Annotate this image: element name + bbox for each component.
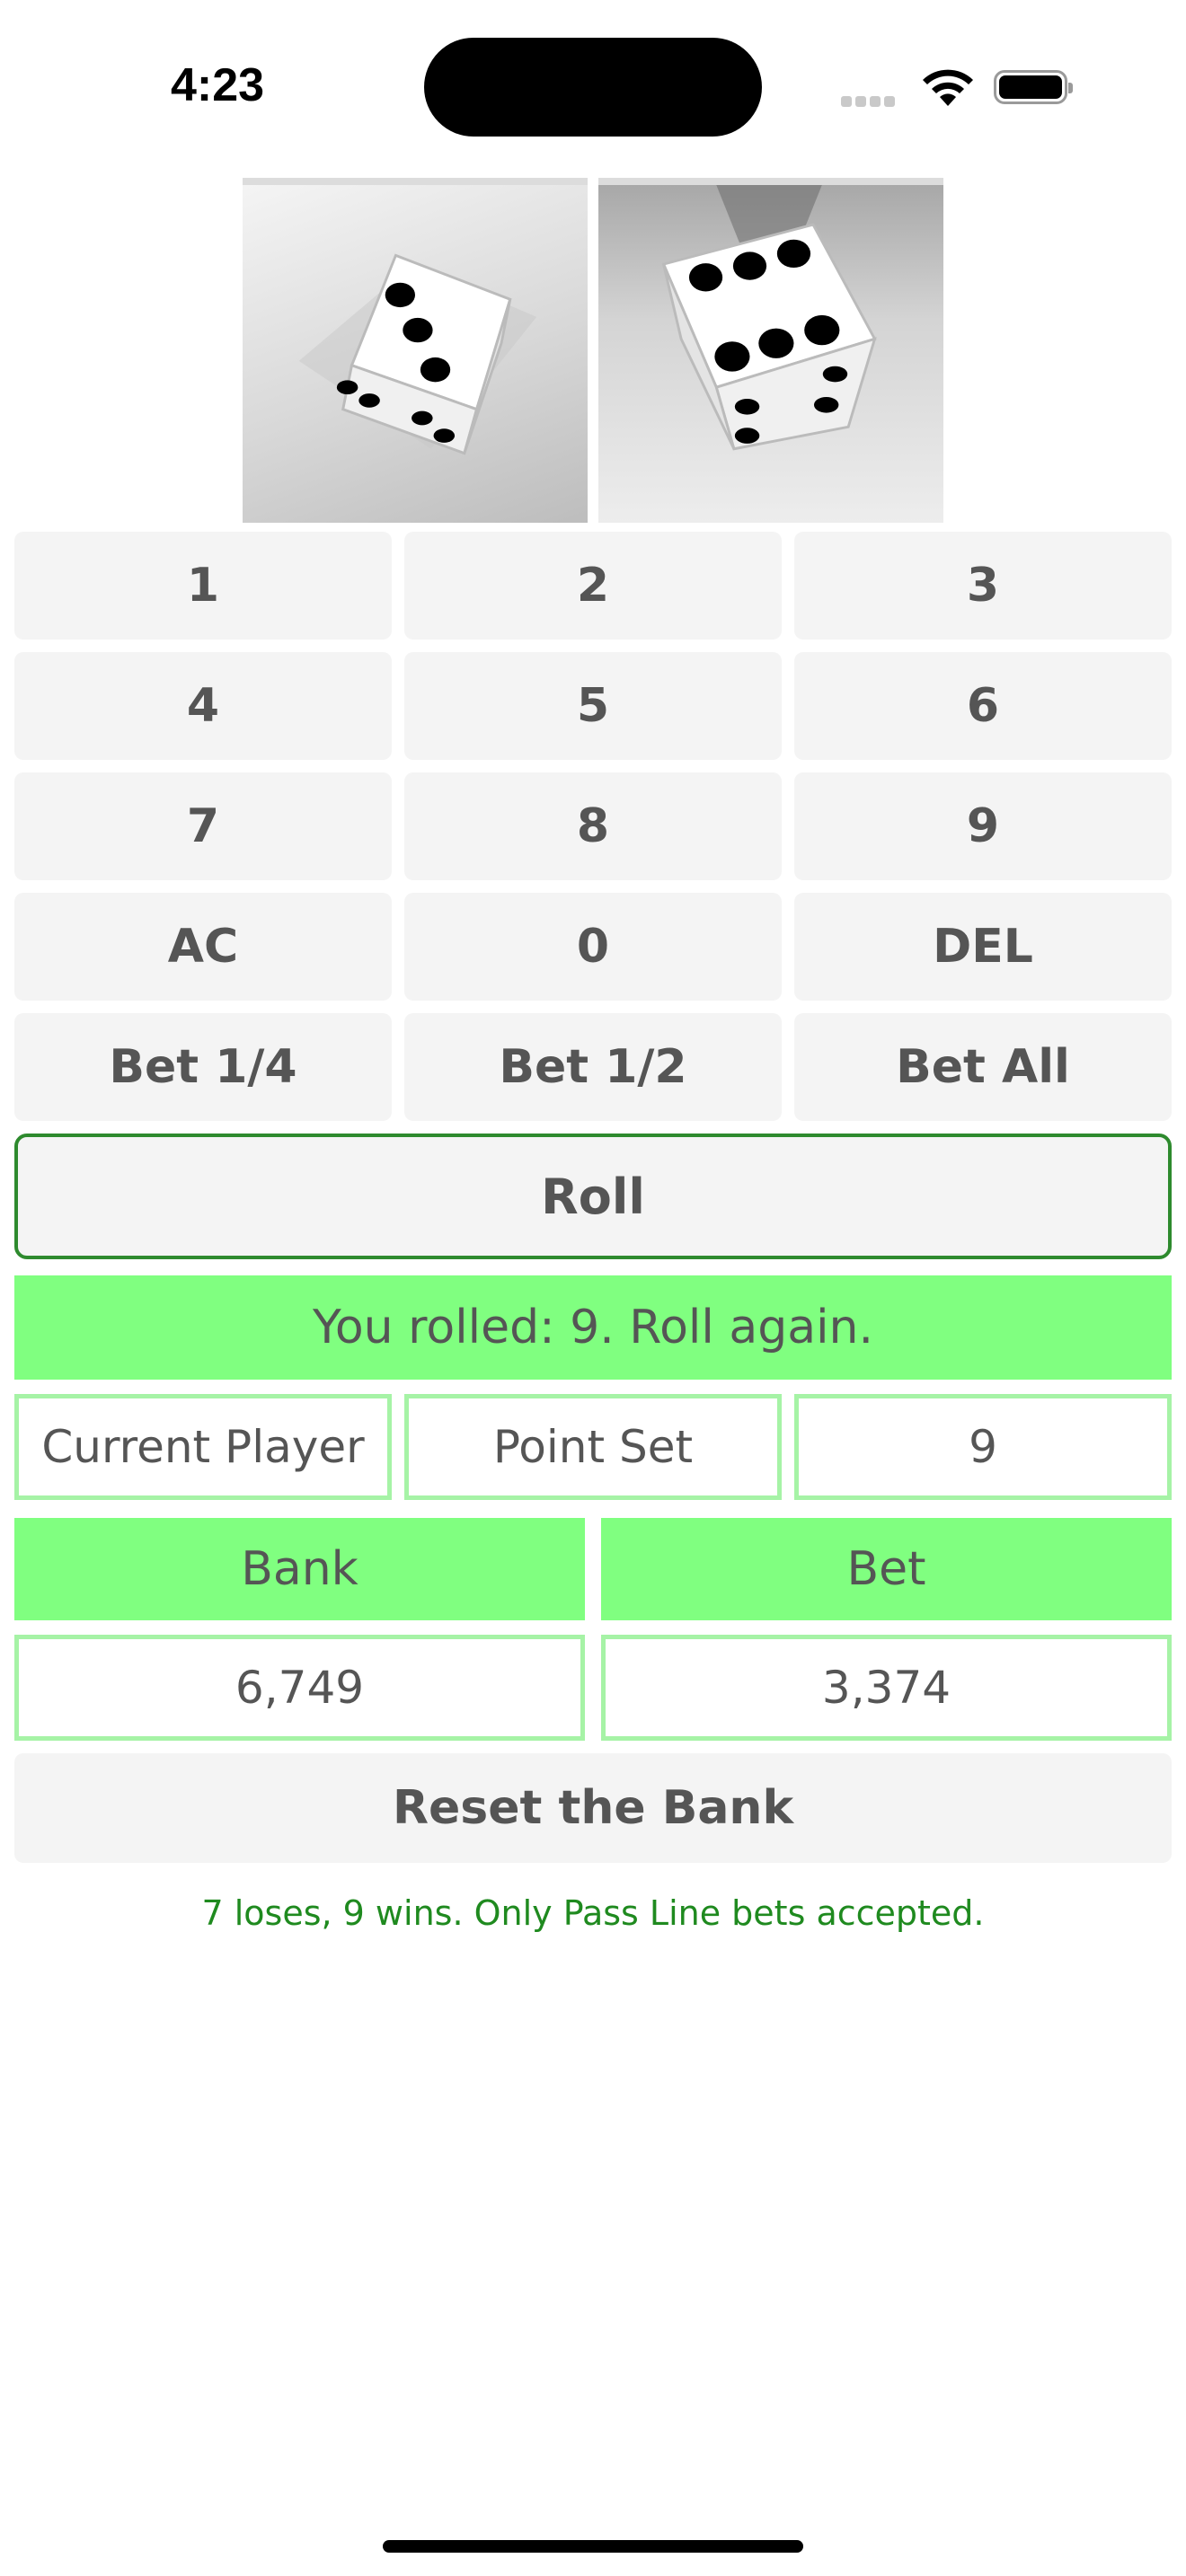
bank-bet-headers: Bank Bet — [14, 1518, 1172, 1620]
reset-bank-button[interactable]: Reset the Bank — [14, 1753, 1172, 1863]
key-4-button[interactable]: 4 — [14, 652, 392, 760]
die-left-image — [243, 178, 588, 523]
battery-icon — [994, 70, 1073, 104]
bank-bet-values: 6,749 3,374 — [14, 1635, 1172, 1741]
delete-button[interactable]: DEL — [794, 893, 1172, 1001]
key-5-button[interactable]: 5 — [404, 652, 782, 760]
current-player-label: Current Player — [14, 1394, 392, 1500]
wifi-icon — [923, 69, 973, 106]
bank-value: 6,749 — [14, 1635, 585, 1741]
key-7-button[interactable]: 7 — [14, 772, 392, 880]
die-six-icon — [661, 185, 877, 451]
die-right-image — [598, 178, 943, 523]
die-three-icon — [298, 253, 537, 455]
key-3-button[interactable]: 3 — [794, 532, 1172, 640]
bet-header: Bet — [601, 1518, 1172, 1620]
point-value: 9 — [794, 1394, 1172, 1500]
bet-quarter-button[interactable]: Bet 1/4 — [14, 1013, 392, 1121]
keypad: 1 2 3 4 5 6 7 8 9 AC 0 DEL Bet 1/4 Bet 1… — [14, 532, 1172, 1121]
status-time: 4:23 — [171, 59, 265, 111]
all-clear-button[interactable]: AC — [14, 893, 392, 1001]
point-set-label: Point Set — [404, 1394, 782, 1500]
roll-button[interactable]: Roll — [14, 1134, 1172, 1259]
dynamic-island — [424, 38, 762, 137]
key-0-button[interactable]: 0 — [404, 893, 782, 1001]
bank-header: Bank — [14, 1518, 585, 1620]
rules-note: 7 loses, 9 wins. Only Pass Line bets acc… — [201, 1893, 985, 1933]
key-2-button[interactable]: 2 — [404, 532, 782, 640]
key-1-button[interactable]: 1 — [14, 532, 392, 640]
bet-half-button[interactable]: Bet 1/2 — [404, 1013, 782, 1121]
key-8-button[interactable]: 8 — [404, 772, 782, 880]
key-9-button[interactable]: 9 — [794, 772, 1172, 880]
game-info-row: Current Player Point Set 9 — [14, 1394, 1172, 1500]
key-6-button[interactable]: 6 — [794, 652, 1172, 760]
bet-all-button[interactable]: Bet All — [794, 1013, 1172, 1121]
home-indicator[interactable] — [383, 2540, 803, 2553]
bet-value: 3,374 — [601, 1635, 1172, 1741]
roll-result-banner: You rolled: 9. Roll again. — [14, 1275, 1172, 1380]
cellular-signal-icon — [841, 93, 902, 107]
